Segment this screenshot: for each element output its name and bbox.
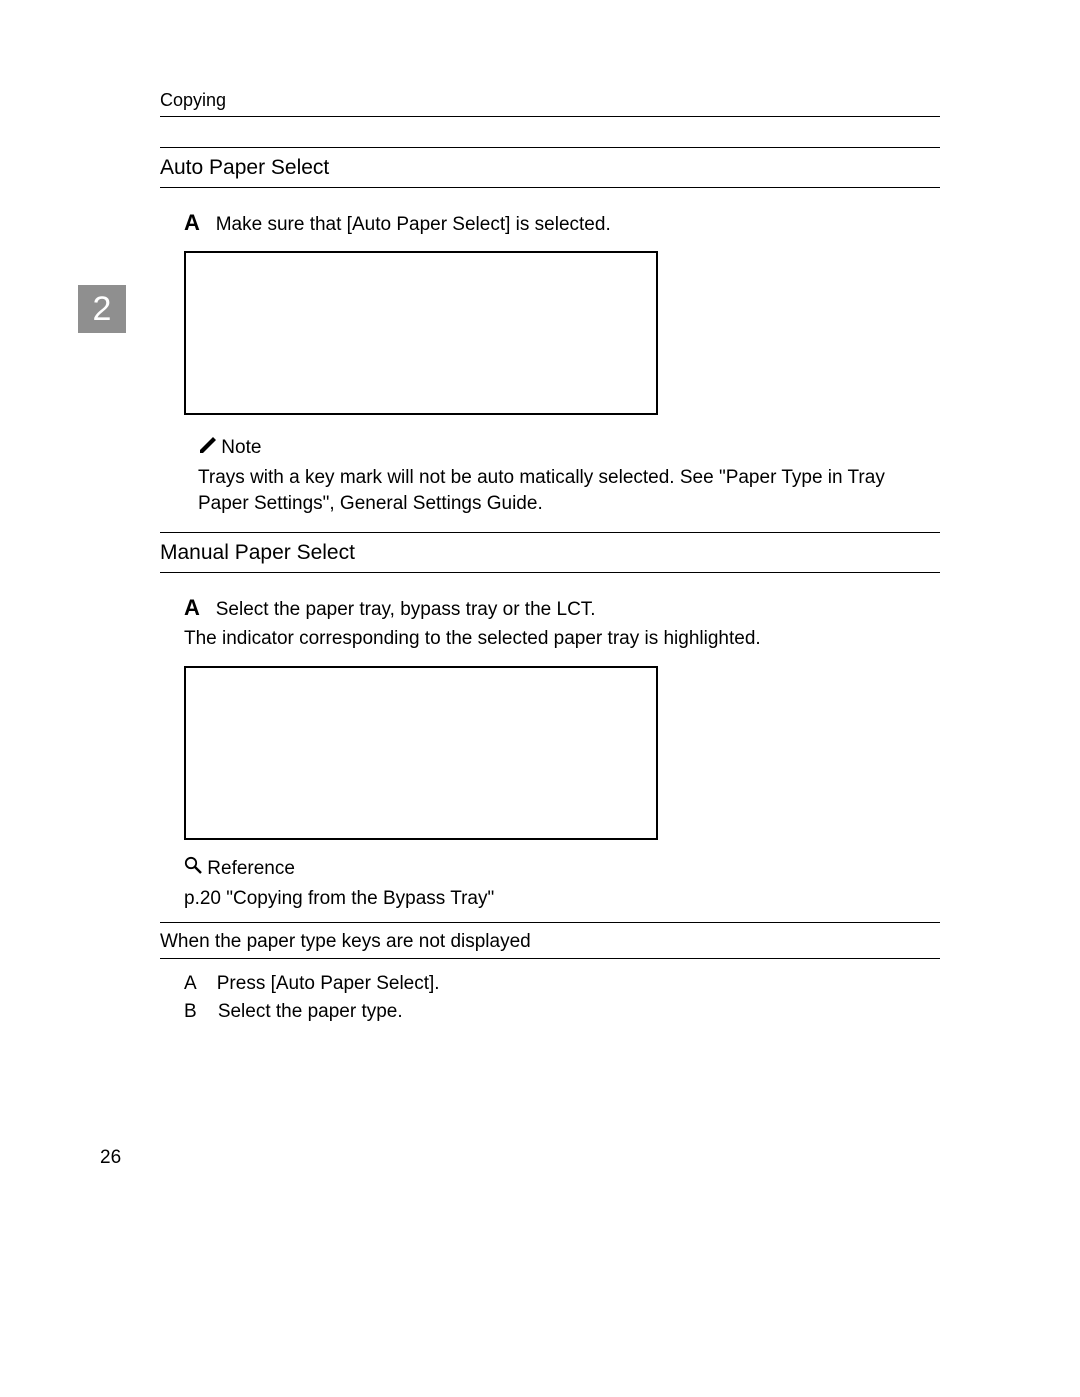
page-number: 26	[100, 1145, 121, 1171]
step-letter: A	[184, 210, 200, 235]
chapter-number: 2	[93, 290, 112, 328]
step-followup: The indicator corresponding to the selec…	[184, 626, 940, 652]
note-heading: Note	[198, 435, 940, 461]
section3-rule-bottom	[160, 958, 940, 959]
section-rule-bottom	[160, 187, 940, 188]
step-a-auto: A Make sure that [Auto Paper Select] is …	[160, 208, 940, 238]
section3-rule-top	[160, 922, 940, 923]
note-block: Note Trays with a key mark will not be a…	[198, 435, 940, 516]
reference-label: Reference	[207, 858, 295, 879]
section2-rule-top	[160, 532, 940, 533]
sub-step-b: B Select the paper type.	[184, 999, 940, 1025]
section-rule-top	[160, 147, 940, 148]
sub-step-a-text: Press [Auto Paper Select].	[217, 973, 440, 994]
reference-heading: Reference	[184, 856, 940, 882]
note-label: Note	[221, 437, 261, 458]
sub-step-a-label: A	[184, 973, 196, 994]
magnifier-icon	[184, 856, 202, 882]
figure-placeholder-1	[184, 251, 658, 415]
figure-placeholder-2	[184, 666, 658, 840]
reference-block: Reference p.20 "Copying from the Bypass …	[184, 856, 940, 911]
section-heading-auto: Auto Paper Select	[160, 154, 940, 182]
sub-step-list: A Press [Auto Paper Select]. B Select th…	[184, 971, 940, 1024]
sub-step-a: A Press [Auto Paper Select].	[184, 971, 940, 997]
reference-body: p.20 "Copying from the Bypass Tray"	[184, 886, 940, 912]
sub-step-b-text: Select the paper type.	[218, 1001, 403, 1022]
step-a-manual: A Select the paper tray, bypass tray or …	[160, 593, 940, 623]
manual-page: 2 Copying Auto Paper Select A Make sure …	[0, 0, 1080, 1397]
pencil-icon	[198, 435, 216, 461]
section2-rule-bottom	[160, 572, 940, 573]
section-heading-keys: When the paper type keys are not display…	[160, 929, 940, 955]
sub-step-b-label: B	[184, 1001, 197, 1022]
step-text: Make sure that [Auto Paper Select] is se…	[216, 214, 611, 235]
section-heading-manual: Manual Paper Select	[160, 539, 940, 567]
running-header: Copying	[160, 88, 940, 112]
chapter-tab: 2	[78, 285, 126, 333]
note-body: Trays with a key mark will not be auto m…	[198, 465, 940, 516]
content-column: Copying Auto Paper Select A Make sure th…	[160, 88, 940, 1024]
step-letter-2: A	[184, 595, 200, 620]
step-text-2: Select the paper tray, bypass tray or th…	[216, 599, 596, 620]
